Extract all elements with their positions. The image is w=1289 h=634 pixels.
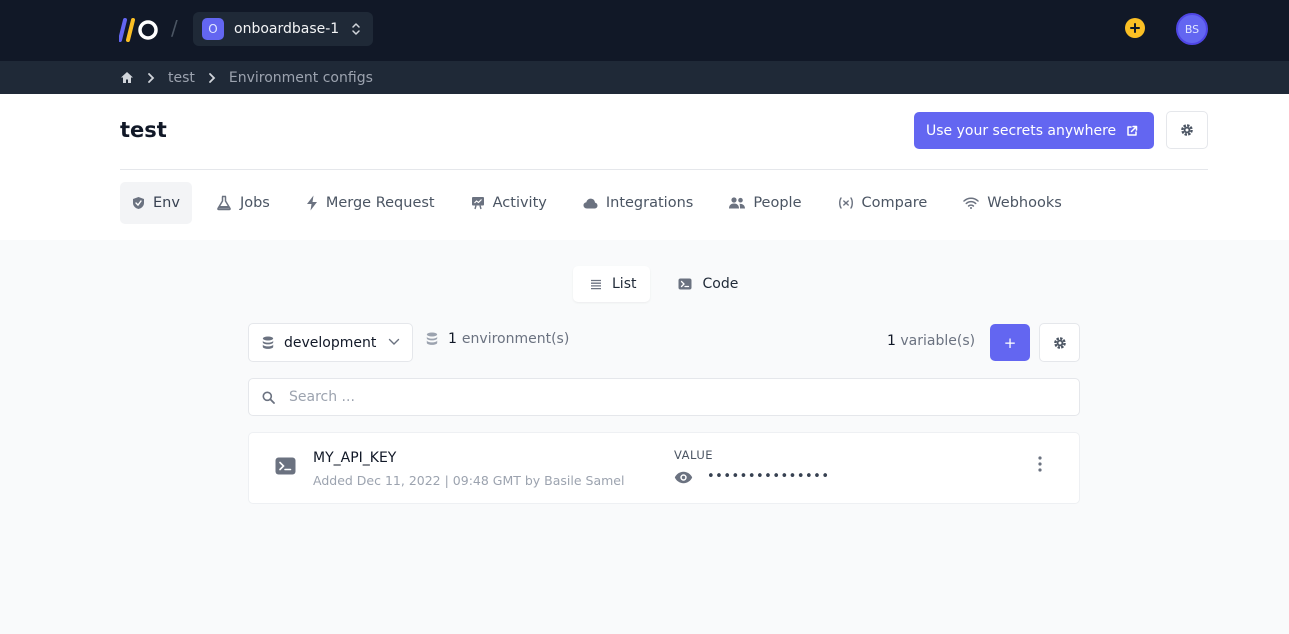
use-secrets-anywhere-button[interactable]: Use your secrets anywhere <box>914 112 1154 149</box>
environments-count-label: environment(s) <box>461 331 570 347</box>
page-title: test <box>120 118 167 142</box>
eye-icon[interactable] <box>674 471 693 484</box>
environment-name: development <box>284 334 377 351</box>
database-icon <box>426 332 438 346</box>
search-input[interactable] <box>289 379 1069 415</box>
code-view-button[interactable]: Code <box>662 266 752 302</box>
breadcrumb-item-current: Environment configs <box>228 69 373 86</box>
variables-count-number: 1 <box>887 333 896 349</box>
breadcrumb-item-project[interactable]: test <box>168 70 195 86</box>
header-divider <box>120 169 1208 170</box>
tab-label: Env <box>153 195 180 211</box>
variable-row[interactable]: MY_API_KEY Added Dec 11, 2022 | 09:48 GM… <box>248 432 1080 504</box>
database-icon <box>262 336 274 350</box>
search-icon <box>262 391 275 404</box>
add-variable-button[interactable]: + <box>990 324 1030 361</box>
secrets-button-label: Use your secrets anywhere <box>926 122 1117 139</box>
onboardbase-logo[interactable] <box>119 17 159 43</box>
chevron-right-icon <box>147 72 155 84</box>
project-tabs: Env Jobs Merge Request Activity Integrat… <box>120 182 1086 224</box>
variables-count-label: variable(s) <box>900 333 976 349</box>
tab-webhooks[interactable]: Webhooks <box>951 182 1074 224</box>
tab-label: Compare <box>861 195 928 211</box>
terminal-icon <box>275 457 296 475</box>
cloud-icon <box>583 198 598 209</box>
wifi-icon <box>963 197 980 209</box>
flask-icon <box>216 195 232 211</box>
org-avatar: O <box>202 18 224 40</box>
gear-icon <box>1180 123 1194 137</box>
project-header: test Use your secrets anywhere Env Jobs <box>0 94 1289 240</box>
tab-label: Integrations <box>605 195 694 211</box>
plus-circle-icon[interactable] <box>1125 18 1145 38</box>
presentation-icon <box>471 196 485 210</box>
breadcrumb-bar: test Environment configs <box>0 61 1289 94</box>
bolt-icon <box>306 195 318 211</box>
chevron-right-icon <box>208 72 216 84</box>
tab-people[interactable]: People <box>717 182 813 224</box>
top-navbar: / O onboardbase-1 BS <box>0 0 1289 61</box>
more-options-icon[interactable] <box>1038 456 1042 472</box>
environment-select[interactable]: development <box>248 323 413 362</box>
tab-compare[interactable]: Compare <box>826 182 940 224</box>
tab-label: Activity <box>492 195 547 211</box>
tab-merge-request[interactable]: Merge Request <box>294 182 447 224</box>
tab-label: Webhooks <box>987 195 1062 211</box>
terminal-icon <box>678 278 692 290</box>
breadcrumb: test Environment configs <box>120 61 373 94</box>
environment-settings-button[interactable] <box>1039 323 1080 362</box>
organization-switcher[interactable]: O onboardbase-1 <box>193 12 373 46</box>
variables-count: 1 variable(s) <box>887 333 975 349</box>
external-link-icon <box>1126 125 1138 137</box>
masked-value: ••••••••••••••• <box>707 469 830 484</box>
user-avatar[interactable]: BS <box>1176 13 1208 45</box>
path-separator: / <box>171 16 178 40</box>
list-view-button[interactable]: List <box>573 266 651 302</box>
code-view-label: Code <box>702 276 739 292</box>
tab-label: People <box>753 195 802 211</box>
tab-label: Merge Request <box>325 195 435 211</box>
list-icon <box>590 279 602 290</box>
view-toggle: List Code <box>573 266 752 302</box>
variable-icon <box>838 197 854 209</box>
project-settings-button[interactable] <box>1166 111 1208 149</box>
environments-count: 1 environment(s) <box>426 331 569 347</box>
variable-meta: Added Dec 11, 2022 | 09:48 GMT by Basile… <box>313 473 625 488</box>
tab-label: Jobs <box>239 195 270 211</box>
tab-integrations[interactable]: Integrations <box>571 182 705 224</box>
value-label: VALUE <box>674 448 714 462</box>
search-box <box>248 378 1080 416</box>
users-icon <box>729 197 746 209</box>
list-view-label: List <box>612 276 637 292</box>
org-name: onboardbase-1 <box>234 21 340 37</box>
variable-key: MY_API_KEY <box>313 450 397 466</box>
gear-icon <box>1053 336 1067 350</box>
home-icon[interactable] <box>120 71 134 84</box>
shield-icon <box>132 196 145 210</box>
environments-count-number: 1 <box>448 331 457 347</box>
chevron-up-down-icon <box>351 22 361 36</box>
tab-env[interactable]: Env <box>120 182 192 224</box>
chevron-down-icon <box>388 338 400 346</box>
tab-jobs[interactable]: Jobs <box>204 182 282 224</box>
tab-activity[interactable]: Activity <box>459 182 559 224</box>
